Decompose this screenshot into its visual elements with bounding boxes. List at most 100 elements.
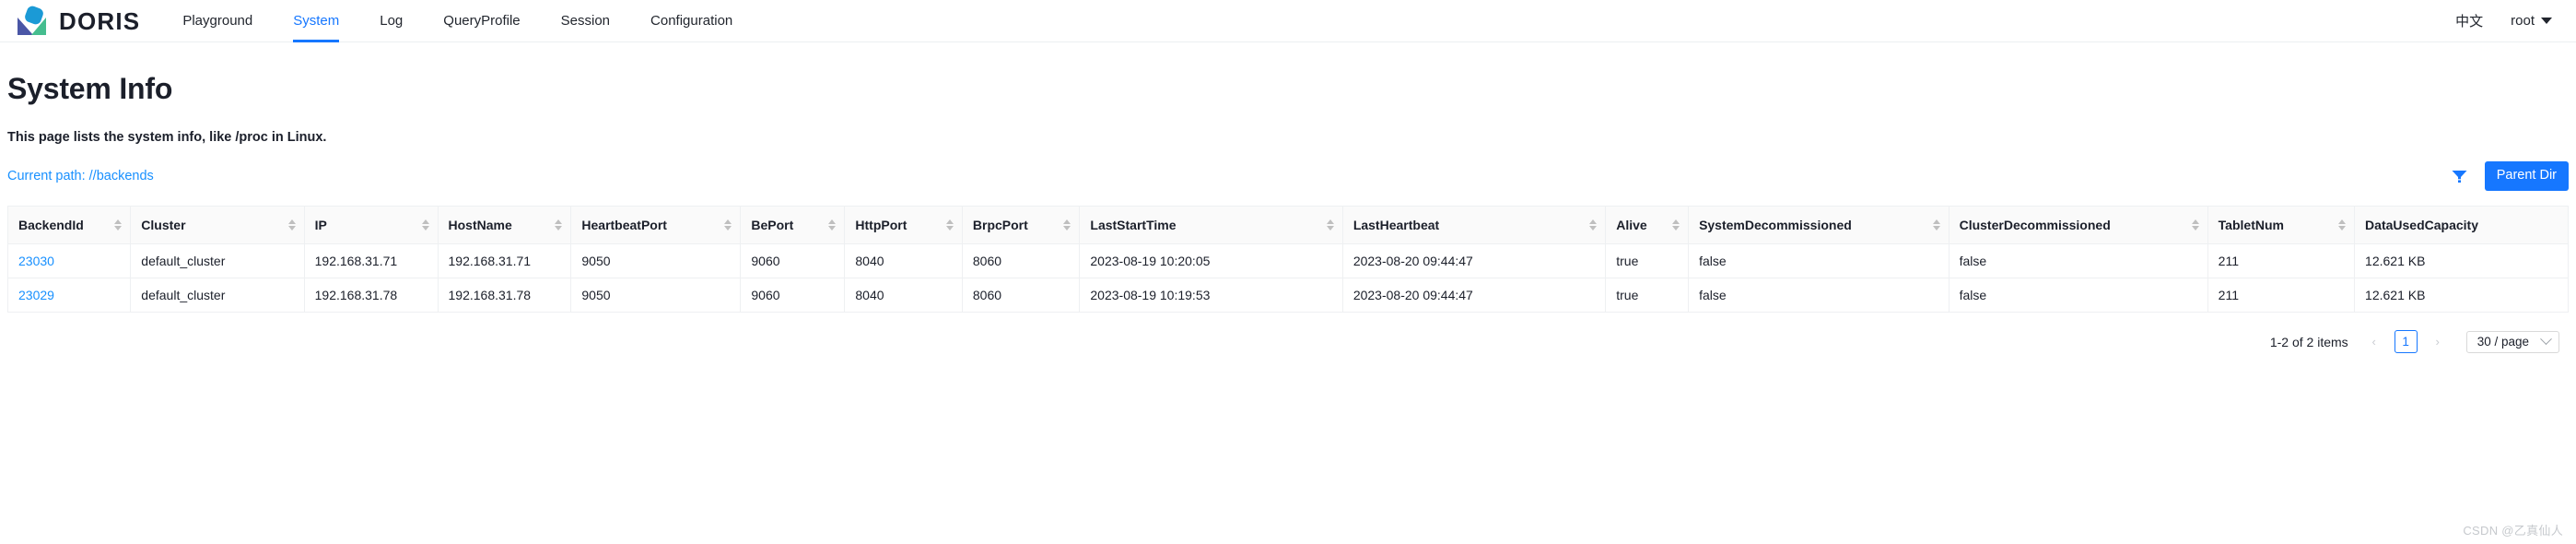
chevron-down-icon	[2540, 332, 2552, 345]
column-header-httpport[interactable]: HttpPort	[844, 206, 963, 244]
backend-id-link[interactable]: 23029	[18, 288, 54, 302]
table-header-row: BackendId Cluster IP HostName HeartbeatP…	[7, 206, 2569, 244]
column-label: BrpcPort	[972, 218, 1028, 232]
column-header-clusterdecommissioned[interactable]: ClusterDecommissioned	[1948, 206, 2208, 244]
cell-httpport: 8040	[844, 278, 963, 313]
column-label: Alive	[1616, 218, 1647, 232]
cell-lastheartbeat: 2023-08-20 09:44:47	[1341, 243, 1607, 278]
path-row: Current path: //backends Parent Dir	[7, 161, 2569, 191]
cell-hostname: 192.168.31.78	[437, 278, 572, 313]
sort-toggle-icon[interactable]	[114, 219, 123, 231]
filter-icon[interactable]	[2451, 168, 2468, 184]
sort-toggle-icon[interactable]	[1326, 219, 1334, 231]
column-label: BePort	[751, 218, 794, 232]
column-label: TabletNum	[2218, 218, 2284, 232]
page-title: System Info	[7, 72, 173, 105]
backend-id-link[interactable]: 23030	[18, 254, 54, 268]
table-row[interactable]: 23030 default_cluster 192.168.31.71 192.…	[7, 243, 2569, 278]
cell-backendid[interactable]: 23030	[7, 243, 132, 278]
column-header-tabletnum[interactable]: TabletNum	[2207, 206, 2356, 244]
nav-item-configuration[interactable]: Configuration	[630, 0, 753, 42]
path-actions: Parent Dir	[2451, 161, 2569, 191]
sort-toggle-icon[interactable]	[724, 219, 732, 231]
column-header-hostname[interactable]: HostName	[437, 206, 572, 244]
table-row[interactable]: 23029 default_cluster 192.168.31.78 192.…	[7, 278, 2569, 313]
column-label: LastStartTime	[1090, 218, 1177, 232]
system-info-table: BackendId Cluster IP HostName HeartbeatP…	[7, 206, 2569, 313]
cell-cluster: default_cluster	[130, 243, 305, 278]
pagination-prev-button[interactable]: ‹	[2363, 331, 2385, 353]
cell-alive: true	[1605, 243, 1690, 278]
column-header-systemdecommissioned[interactable]: SystemDecommissioned	[1688, 206, 1950, 244]
pagination-next-button[interactable]: ›	[2427, 331, 2449, 353]
nav-item-session[interactable]: Session	[541, 0, 630, 42]
sort-toggle-icon[interactable]	[2338, 219, 2347, 231]
page-size-label: 30 / page	[2476, 334, 2529, 349]
cell-clusterdecommissioned: false	[1948, 243, 2208, 278]
user-menu-label: root	[2511, 13, 2535, 29]
cell-heartbeatport: 9050	[570, 278, 742, 313]
sort-toggle-icon[interactable]	[1672, 219, 1680, 231]
column-header-laststarttime[interactable]: LastStartTime	[1079, 206, 1343, 244]
cell-hostname: 192.168.31.71	[437, 243, 572, 278]
brand-name: DORIS	[59, 6, 141, 35]
column-label: Cluster	[141, 218, 186, 232]
nav-item-playground[interactable]: Playground	[162, 0, 273, 42]
cell-clusterdecommissioned: false	[1948, 278, 2208, 313]
sort-toggle-icon[interactable]	[1063, 219, 1071, 231]
cell-laststarttime: 2023-08-19 10:19:53	[1079, 278, 1343, 313]
parent-dir-button[interactable]: Parent Dir	[2484, 161, 2569, 191]
header-right-actions: 中文 root	[2455, 11, 2552, 30]
current-path-link[interactable]: Current path: //backends	[7, 169, 154, 183]
cell-systemdecommissioned: false	[1688, 243, 1950, 278]
page-content: System Info This page lists the system i…	[0, 72, 2576, 353]
sort-toggle-icon[interactable]	[1589, 219, 1598, 231]
column-label: HostName	[448, 218, 512, 232]
cell-systemdecommissioned: false	[1688, 278, 1950, 313]
watermark: CSDN @乙真仙人	[2463, 524, 2563, 538]
sort-toggle-icon[interactable]	[555, 219, 563, 231]
language-switch[interactable]: 中文	[2455, 11, 2483, 30]
column-label: IP	[314, 218, 327, 232]
page-size-select[interactable]: 30 / page	[2465, 330, 2559, 353]
cell-brpcport: 8060	[961, 243, 1081, 278]
cell-ip: 192.168.31.71	[303, 243, 439, 278]
column-label: HttpPort	[855, 218, 907, 232]
pagination-total-text: 1-2 of 2 items	[2269, 334, 2348, 349]
sort-toggle-icon[interactable]	[421, 219, 429, 231]
column-label: DataUsedCapacity	[2365, 218, 2478, 232]
column-header-backendid[interactable]: BackendId	[7, 206, 132, 244]
column-header-brpcport[interactable]: BrpcPort	[961, 206, 1081, 244]
pagination-page-1[interactable]: 1	[2394, 330, 2418, 353]
sort-toggle-icon[interactable]	[1932, 219, 1940, 231]
column-header-alive[interactable]: Alive	[1605, 206, 1690, 244]
cell-backendid[interactable]: 23029	[7, 278, 132, 313]
column-label: LastHeartbeat	[1352, 218, 1440, 232]
cell-beport: 9060	[740, 243, 846, 278]
main-nav: Playground System Log QueryProfile Sessi…	[162, 0, 753, 42]
sort-toggle-icon[interactable]	[828, 219, 837, 231]
cell-cluster: default_cluster	[130, 278, 305, 313]
sort-toggle-icon[interactable]	[945, 219, 954, 231]
app-header: DORIS Playground System Log QueryProfile…	[0, 0, 2576, 42]
doris-logo-icon	[18, 6, 46, 35]
user-menu[interactable]: root	[2511, 13, 2552, 29]
cell-alive: true	[1605, 278, 1690, 313]
nav-item-queryprofile[interactable]: QueryProfile	[423, 0, 540, 42]
cell-lastheartbeat: 2023-08-20 09:44:47	[1341, 278, 1607, 313]
sort-toggle-icon[interactable]	[287, 219, 296, 231]
column-header-datausedcapacity[interactable]: DataUsedCapacity	[2354, 206, 2569, 244]
cell-ip: 192.168.31.78	[303, 278, 439, 313]
brand-logo[interactable]: DORIS	[13, 5, 140, 38]
column-header-lastheartbeat[interactable]: LastHeartbeat	[1341, 206, 1607, 244]
cell-heartbeatport: 9050	[570, 243, 742, 278]
nav-item-system[interactable]: System	[273, 0, 359, 42]
column-header-beport[interactable]: BePort	[740, 206, 846, 244]
column-header-heartbeatport[interactable]: HeartbeatPort	[570, 206, 742, 244]
sort-toggle-icon[interactable]	[2191, 219, 2199, 231]
column-label: BackendId	[18, 218, 84, 232]
nav-item-log[interactable]: Log	[359, 0, 423, 42]
column-header-ip[interactable]: IP	[303, 206, 439, 244]
column-header-cluster[interactable]: Cluster	[130, 206, 305, 244]
chevron-down-icon	[2541, 18, 2552, 24]
